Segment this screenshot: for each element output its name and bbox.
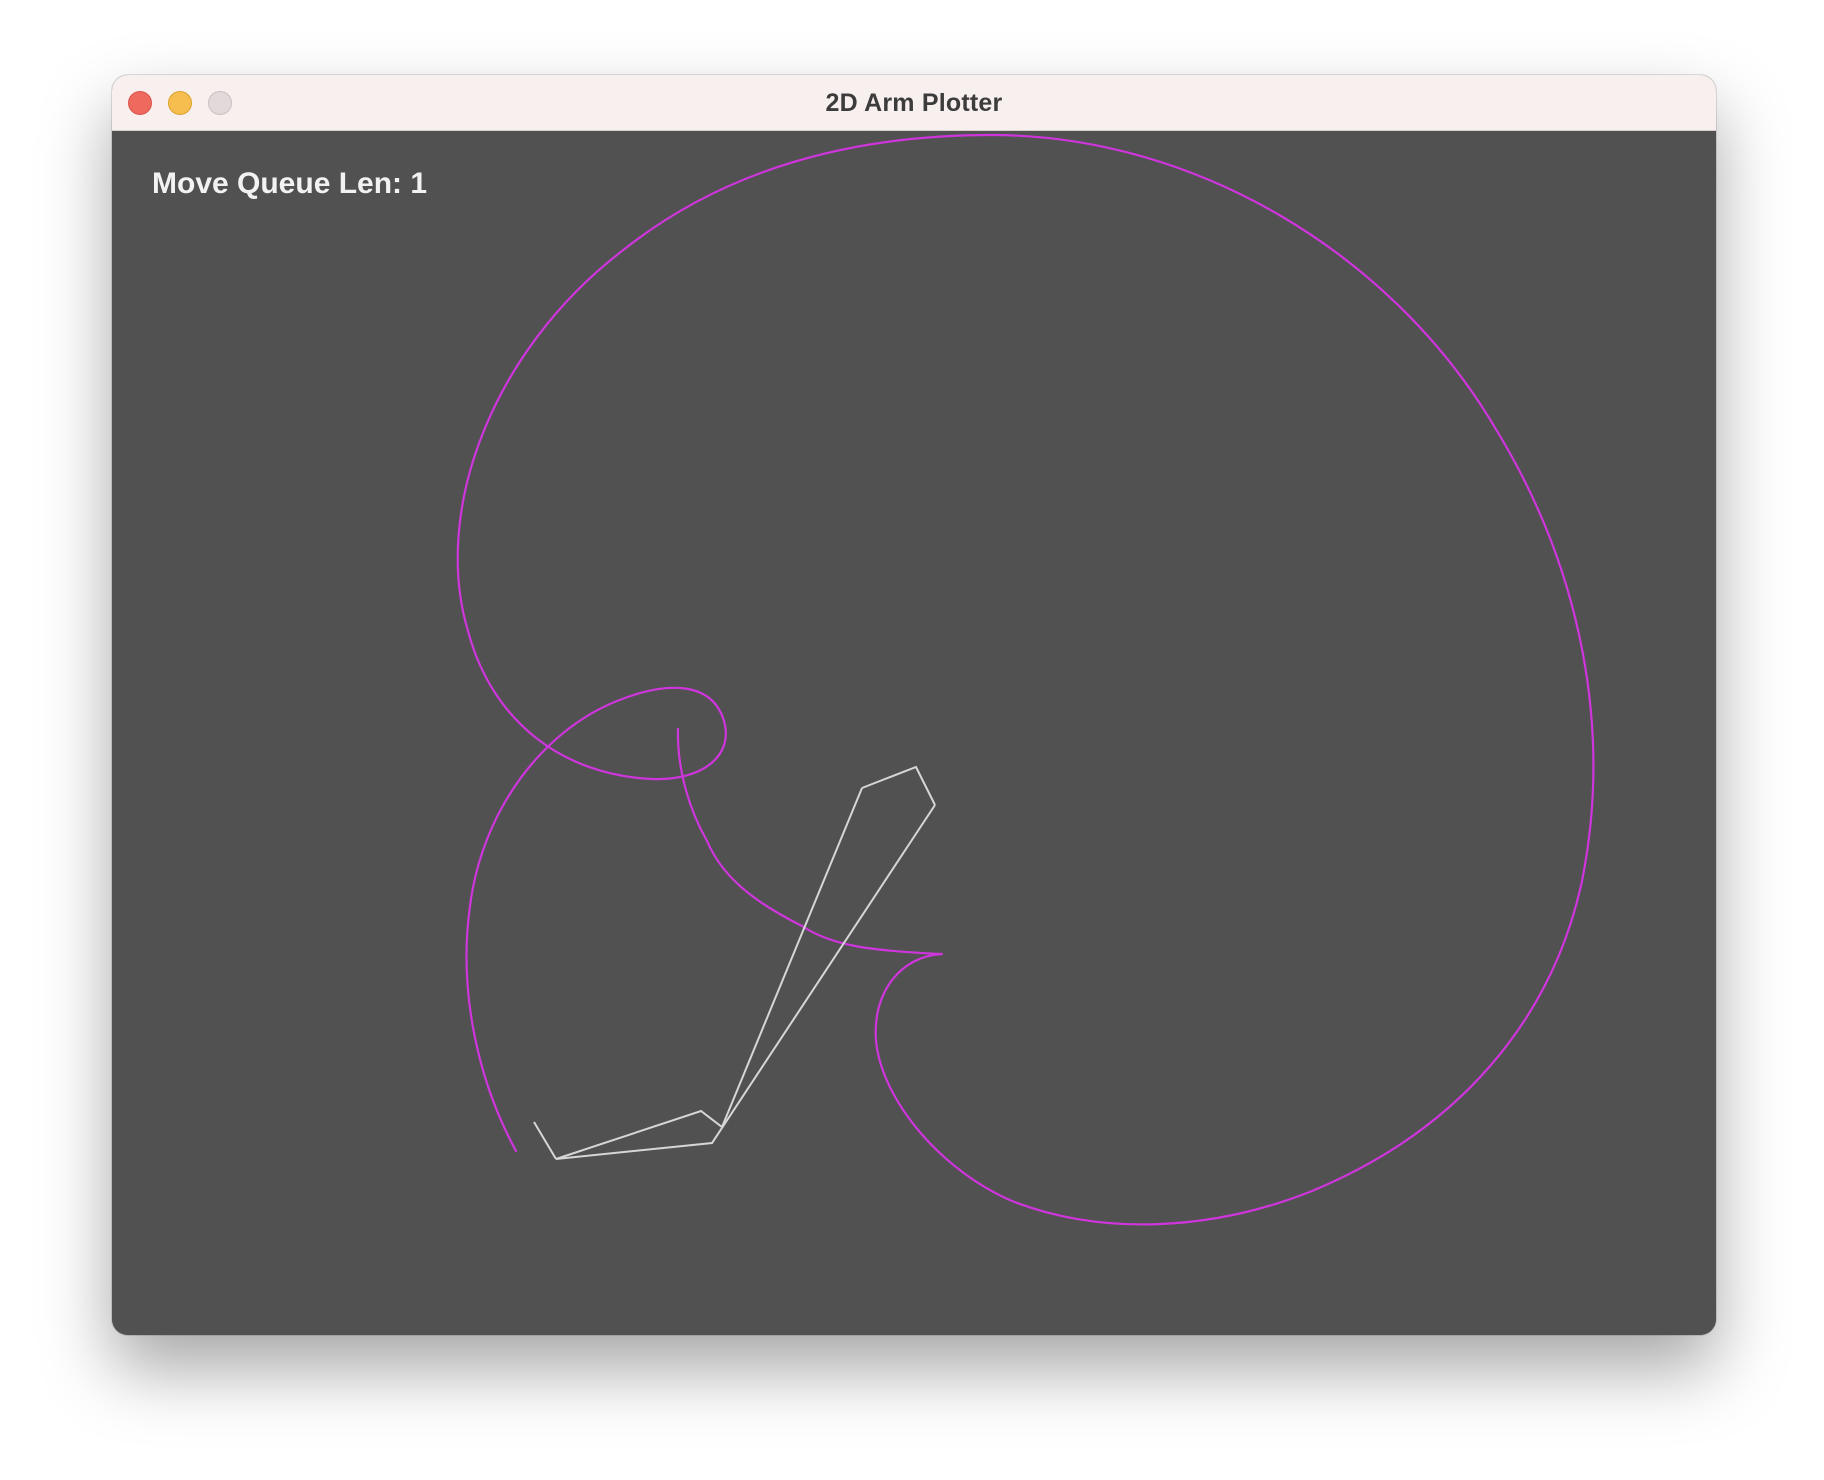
- queue-label: Move Queue Len:: [152, 167, 411, 200]
- queue-length: 1: [410, 167, 428, 200]
- window-title: 2D Arm Plotter: [825, 89, 1003, 117]
- arm-pen-tip: [533, 1121, 557, 1160]
- queue-status: Move Queue Len: 1: [152, 167, 427, 201]
- plot-canvas[interactable]: Move Queue Len: 1: [112, 131, 1716, 1335]
- arm-upper-link: [555, 804, 936, 1160]
- pen-trace: [456, 133, 1595, 1226]
- app-window: 2D Arm Plotter Move Queue Len: 1: [112, 75, 1716, 1335]
- title-bar[interactable]: 2D Arm Plotter: [112, 75, 1716, 131]
- plot-surface: [456, 133, 1595, 1226]
- arm-end-effector: [861, 765, 936, 806]
